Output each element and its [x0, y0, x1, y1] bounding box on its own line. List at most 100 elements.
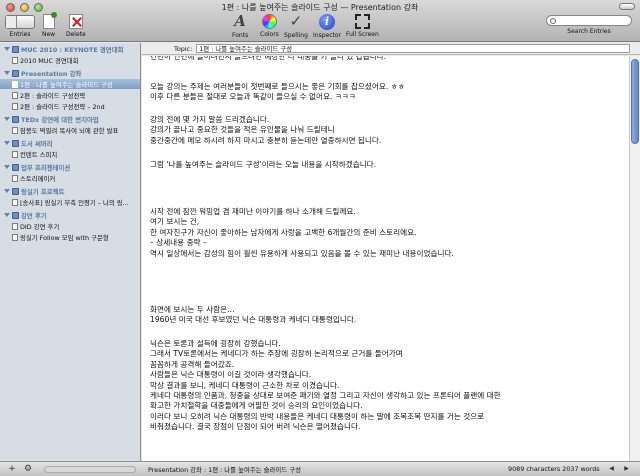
- text-line: 화면에 보시는 두 사람은…: [150, 305, 235, 314]
- sidebar-group[interactable]: TEDx 강연에 대한 변지아업: [0, 114, 140, 124]
- text-line: 강의가 끝나고 중요한 것들을 적은 유인물을 나눠 드릴테니: [150, 125, 335, 135]
- text-line: 여기 보시는 건,: [150, 217, 200, 227]
- window-title: 1편 : 나를 높여주는 슬라이드 구성 — Presentation 강좌: [221, 3, 419, 12]
- text-editor[interactable]: 건년이 인연에 들이려면서 놀으려면 예상한 다 대중을 가 들다 있 갑습니다…: [142, 56, 629, 461]
- disclosure-triangle-icon[interactable]: [4, 189, 10, 193]
- info-icon: i: [319, 14, 335, 30]
- disclosure-triangle-icon[interactable]: [4, 141, 10, 145]
- text-line: 시작 전에 잠깐 워밍업 겸 재미난 이야기를 하나 소개해 드릴께요.: [150, 207, 356, 216]
- disclosure-triangle-icon[interactable]: [4, 47, 10, 51]
- color-wheel-icon: [261, 14, 277, 29]
- text-line: 케네디 대통령의 인품과, 청중을 상대로 보여준 패기와 열정 그리고 자신이…: [150, 391, 501, 401]
- sidebar-group[interactable]: 도서 써머리: [0, 138, 140, 148]
- inspector-label: Inspector: [313, 32, 341, 39]
- sidebar-row-label: 링실기 Follow 모임 with 구문형: [20, 233, 109, 242]
- fonts-label: Fonts: [232, 32, 249, 39]
- text-line: 확고한 가치철학을 대중들에게 어필한 것이 승리의 요인이었습니다.: [150, 401, 363, 411]
- text-line: 막상 결과를 보니, 케네디 대통령이 근소한 차로 이겼습니다.: [150, 380, 340, 390]
- sidebar-group[interactable]: 강연 후기: [0, 210, 140, 220]
- search-icon: [550, 17, 556, 24]
- group-folder-icon: [12, 115, 19, 123]
- search-entries: Search Entries: [546, 15, 632, 35]
- sidebar-entry[interactable]: 잠봉도 떡필려 복사여 뇌에 관한 발표: [0, 125, 140, 135]
- disclosure-triangle-icon[interactable]: [4, 165, 10, 169]
- disclosure-triangle-icon[interactable]: [4, 117, 10, 121]
- sidebar-entry[interactable]: 컨텐트 스피치: [0, 149, 140, 159]
- sidebar-entry[interactable]: 링실기 Follow 모임 with 구문형: [0, 232, 140, 242]
- toolbar-toggle-button[interactable]: [619, 3, 635, 10]
- fonts-icon: A: [234, 12, 246, 30]
- document-icon: [12, 222, 18, 230]
- sidebar-entry[interactable]: 스토리메이커: [0, 173, 140, 183]
- document-icon: [12, 198, 18, 206]
- group-folder-icon: [12, 45, 19, 53]
- sidebar-row-label: 2편 : 슬라이드 구성전략 – 2nd: [20, 102, 105, 111]
- entries-label: Entries: [9, 31, 31, 38]
- text-paragraph: 화면에 보시는 두 사람은… 1960년 미국 대선 후보였던 닉슨 대통령과 케…: [150, 305, 356, 326]
- text-paragraph: 닉슨은 토론과 설득에 굉장히 강했습니다. 그래서 TV토론에서는 케네디가 하…: [150, 339, 501, 433]
- vertical-scrollbar[interactable]: [629, 56, 640, 461]
- search-input[interactable]: [546, 15, 632, 26]
- disclosure-triangle-icon[interactable]: [4, 71, 10, 75]
- sidebar-group[interactable]: Presentation 강좌: [0, 68, 140, 78]
- text-line: 사람들은 닉슨 대통령이 이길 것이라 생각했습니다.: [150, 370, 312, 380]
- next-arrow-icon[interactable]: ▶: [620, 464, 633, 474]
- sidebar-row-label: [송사표] 링실기 부축 인령기 – 나의 링...: [20, 198, 129, 207]
- delete-entry-button[interactable]: Delete: [66, 14, 86, 38]
- colors-label: Colors: [260, 31, 279, 38]
- inspector-button[interactable]: i Inspector: [313, 14, 341, 39]
- text-paragraph: 오늘 강의는 주제는 여러분들이 첫번째로 들으시는 좋은 기회를 잡으셨어요.…: [150, 82, 405, 103]
- sidebar-entry[interactable]: 2편 : 슬라이드 구성전략: [0, 90, 140, 100]
- text-paragraph: 건년이 인연에 들이려면서 놀으려면 예상한 다 대중을 가 들다 있 갑습니다…: [150, 56, 386, 62]
- text-line: 그래서 TV토론에서는 케네디가 하는 주장에 굉장히 논리적으로 근거를 들어…: [150, 349, 403, 359]
- sidebar-group[interactable]: 링실기 프로젝트: [0, 186, 140, 196]
- sidebar-row-label: MUC 2010 : KEYNOTE 경연대회: [21, 45, 124, 54]
- sidebar-row-label: 2010 MUC 경연대회: [20, 56, 79, 65]
- expand-arrows-icon: [354, 14, 370, 29]
- fonts-button[interactable]: A Fonts: [232, 12, 249, 40]
- document-icon: [12, 233, 18, 241]
- colors-button[interactable]: Colors: [260, 14, 279, 38]
- group-folder-icon: [12, 211, 19, 219]
- entries-icon: [5, 15, 35, 29]
- spelling-button[interactable]: ✓ Spelling: [284, 13, 308, 40]
- entries-button[interactable]: Entries: [5, 15, 35, 38]
- previous-arrow-icon[interactable]: ◀: [605, 464, 618, 474]
- status-bar: + ⚙ Presentation 강좌 : 1편 : 나를 높여주는 슬라이드 …: [0, 461, 640, 476]
- sidebar-group[interactable]: 업무 프리젠테이션: [0, 162, 140, 172]
- search-label: Search Entries: [567, 28, 611, 35]
- sidebar-group[interactable]: MUC 2010 : KEYNOTE 경연대회: [0, 44, 140, 54]
- topic-field[interactable]: 1편 : 나를 높여주는 슬라이드 구성: [196, 44, 631, 53]
- full-screen-button[interactable]: Full Screen: [346, 14, 379, 38]
- text-line: 그럼 '나를 높여주는 슬라이드 구성'이라는 오늘 내용을 시작하겠습니다.: [150, 160, 377, 169]
- text-paragraph: 그럼 '나를 높여주는 슬라이드 구성'이라는 오늘 내용을 시작하겠습니다.: [150, 160, 376, 170]
- sidebar-entry[interactable]: DID 강연 후기: [0, 221, 140, 231]
- sidebar-entry[interactable]: 2010 MUC 경연대회: [0, 55, 140, 65]
- topic-bar: Topic: 1편 : 나를 높여주는 슬라이드 구성: [142, 43, 640, 55]
- gear-icon[interactable]: ⚙: [20, 464, 36, 474]
- new-label: New: [42, 31, 56, 38]
- document-icon: [12, 126, 18, 134]
- text-line: 꼼꼼하게 공격해 들어갔죠.: [150, 359, 235, 369]
- sidebar-row-label: 컨텐트 스피치: [20, 150, 58, 159]
- spelling-label: Spelling: [284, 32, 308, 39]
- disclosure-triangle-icon[interactable]: [4, 213, 10, 217]
- sidebar-entry[interactable]: 1편 : 나를 높여주는 슬라이드 구성: [0, 79, 140, 89]
- sidebar-horizontal-scrollbar[interactable]: [44, 466, 136, 473]
- group-folder-icon: [12, 163, 19, 171]
- toolbar: 1편 : 나를 높여주는 슬라이드 구성 — Presentation 강좌 E…: [0, 0, 640, 42]
- topic-label: Topic:: [174, 44, 193, 53]
- sidebar-entry[interactable]: [송사표] 링실기 부축 인령기 – 나의 링...: [0, 197, 140, 207]
- delete-label: Delete: [66, 31, 86, 38]
- new-entry-button[interactable]: New: [42, 12, 57, 38]
- text-paragraph: 강의 전에 몇 가지 말씀 드리겠습니다. 강의가 끝나고 중요한 것들을 적은 …: [150, 115, 381, 146]
- scrollbar-thumb[interactable]: [631, 59, 639, 144]
- add-group-button[interactable]: +: [4, 464, 20, 474]
- sidebar-row-label: TEDx 강연에 대한 변지아업: [21, 115, 99, 124]
- document-icon: [12, 56, 18, 64]
- navigation-arrows: ◀ ▶: [605, 464, 633, 474]
- group-folder-icon: [12, 139, 19, 147]
- app-window: 1편 : 나를 높여주는 슬라이드 구성 — Presentation 강좌 E…: [0, 0, 640, 476]
- sidebar-entry[interactable]: 2편 : 슬라이드 구성전략 – 2nd: [0, 101, 140, 111]
- entries-sidebar: MUC 2010 : KEYNOTE 경연대회 2010 MUC 경연대회 Pres…: [0, 43, 141, 461]
